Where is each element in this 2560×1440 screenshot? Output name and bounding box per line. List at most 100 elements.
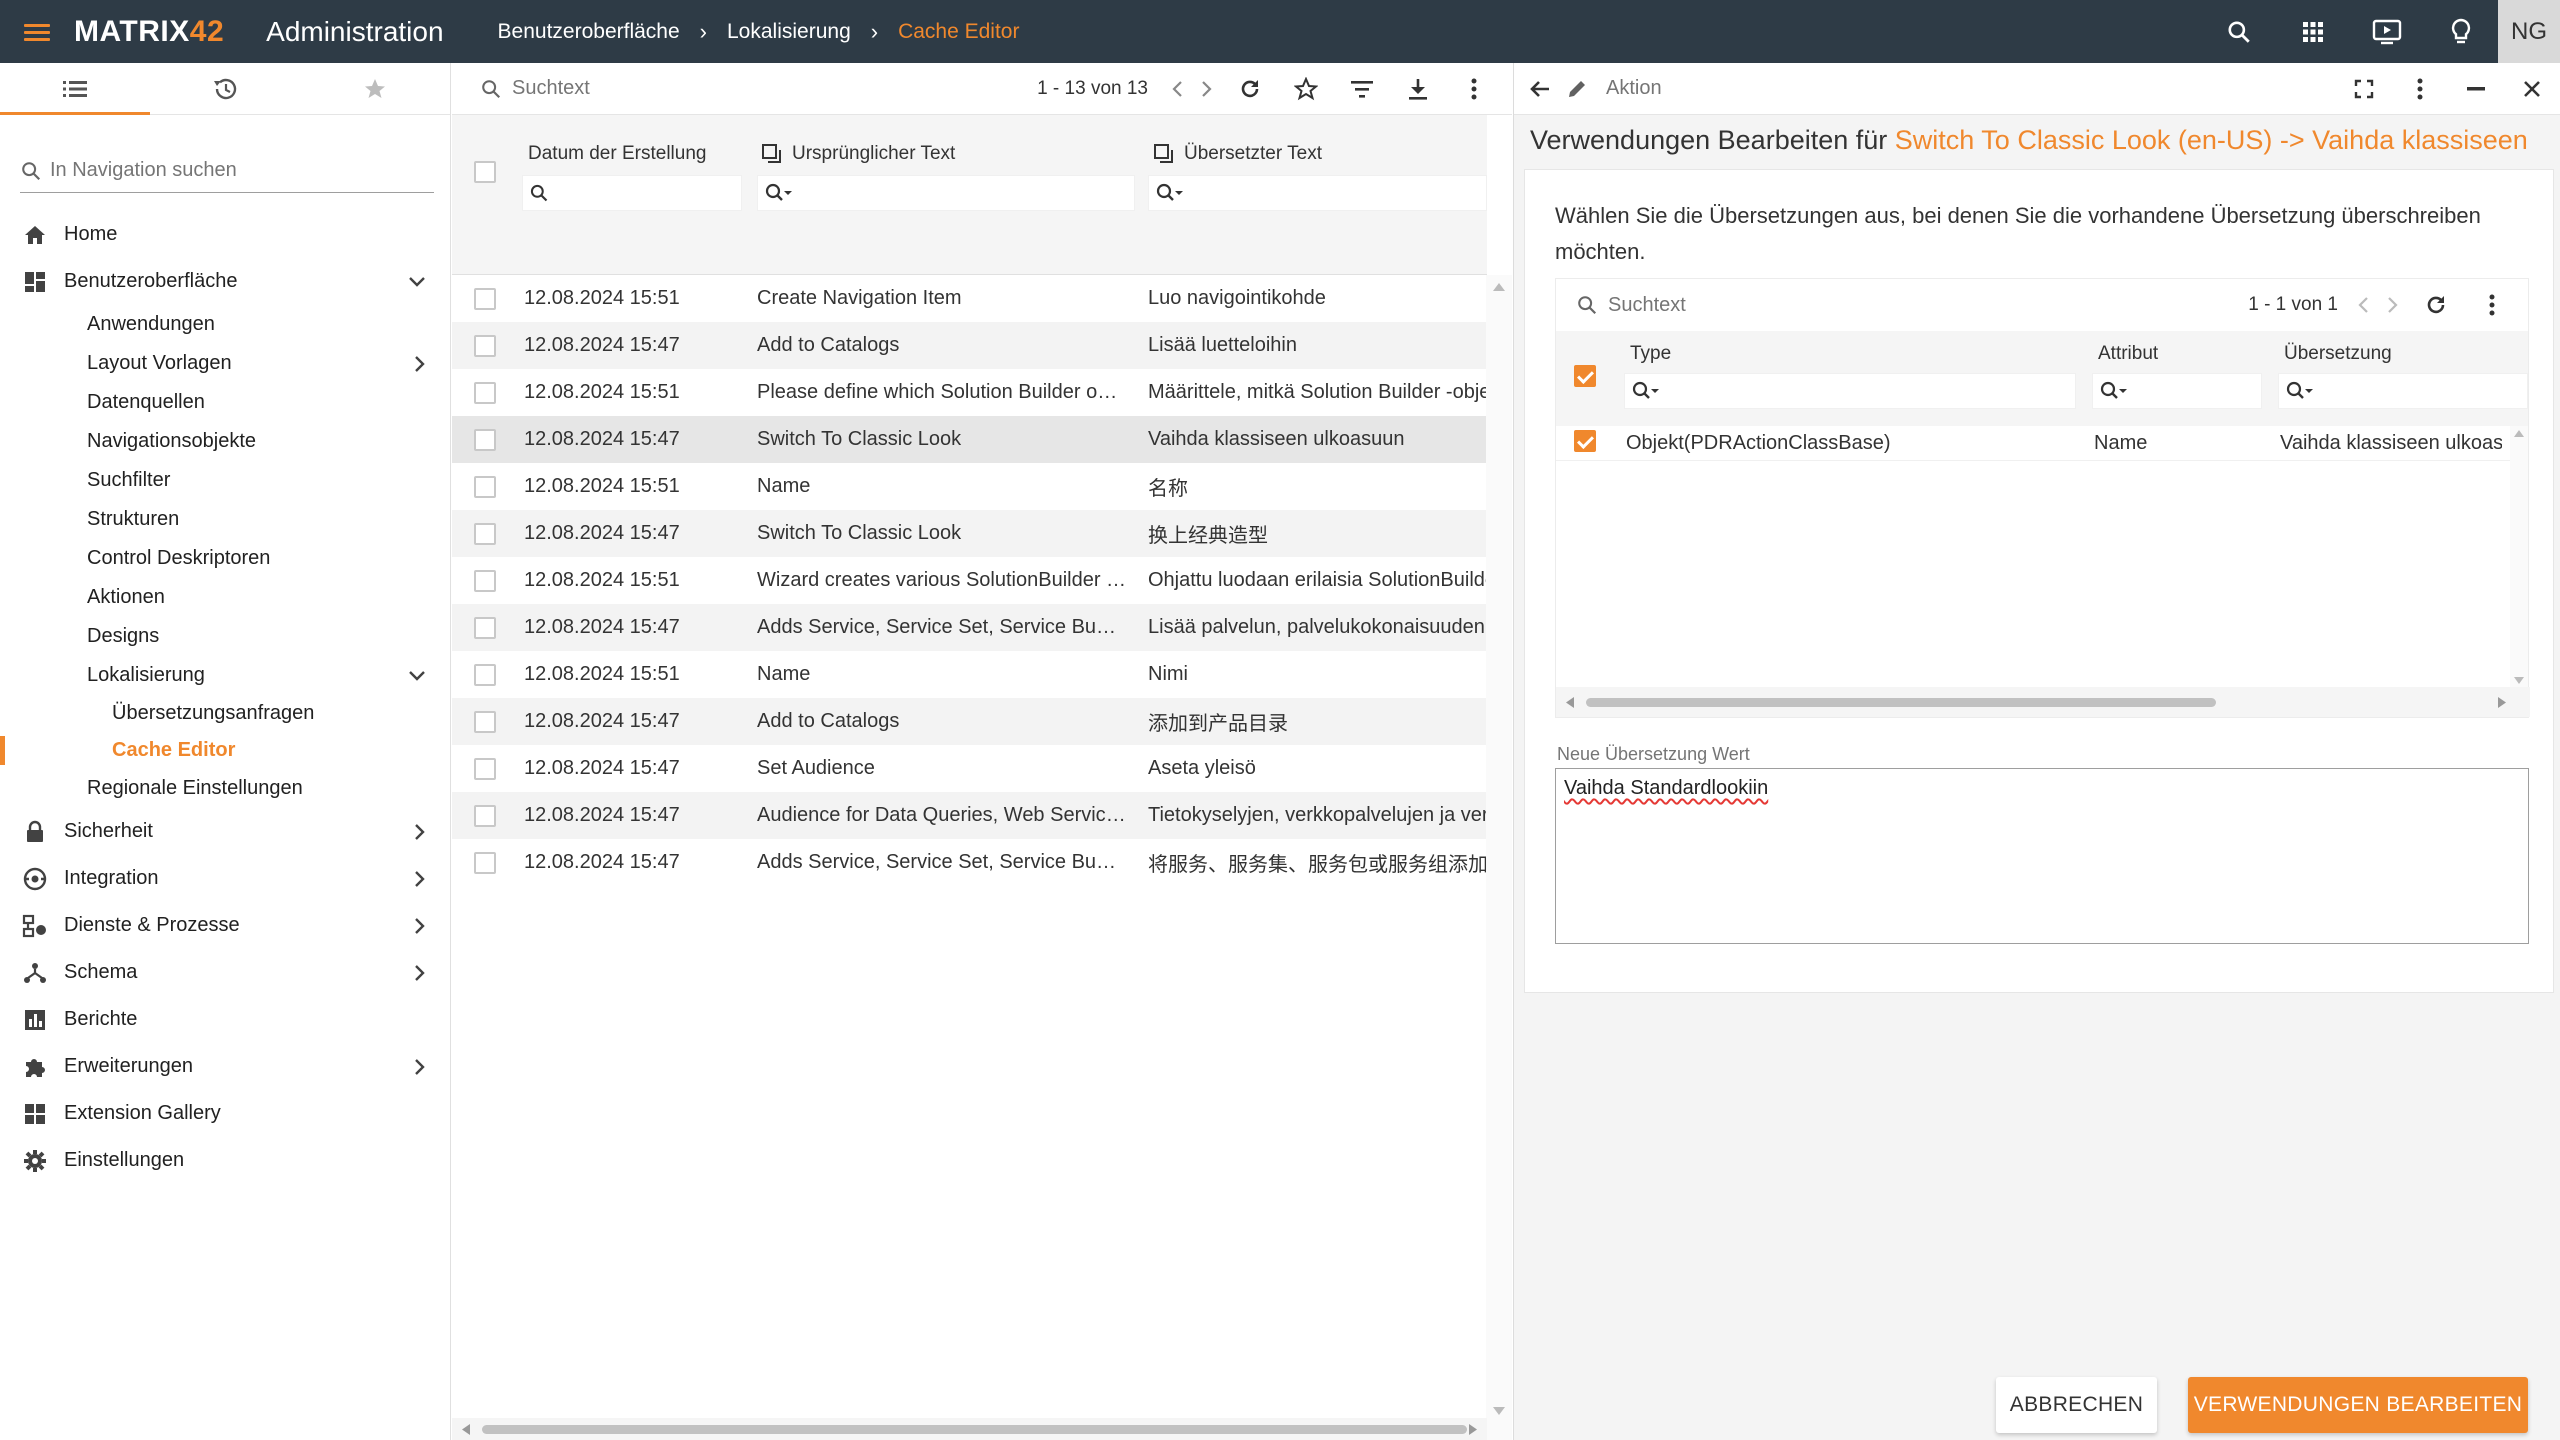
more-vert-icon[interactable] xyxy=(2464,279,2520,331)
chevron-down-icon[interactable] xyxy=(408,276,426,288)
row-checkbox[interactable] xyxy=(474,381,496,404)
chevron-right-icon[interactable] xyxy=(414,964,426,982)
nav-sub-control-deskriptoren[interactable]: Control Deskriptoren xyxy=(0,539,450,578)
more-vert-icon[interactable] xyxy=(1446,63,1502,115)
chevron-right-icon[interactable] xyxy=(1192,63,1222,115)
nav-item-home[interactable]: Home xyxy=(0,211,450,258)
usage-row[interactable]: Objekt(PDRActionClassBase) Name Vaihda k… xyxy=(1556,426,2528,461)
table-row[interactable]: 12.08.2024 15:51 Name Nimi xyxy=(452,651,1487,698)
scrollbar-thumb[interactable] xyxy=(1586,698,2216,707)
chevron-right-icon[interactable] xyxy=(414,917,426,935)
table-row[interactable]: 12.08.2024 15:47 Audience for Data Querie… xyxy=(452,792,1487,839)
filter-icon[interactable] xyxy=(1334,63,1390,115)
nav-item-berichte[interactable]: Berichte xyxy=(0,996,450,1043)
tab-history[interactable] xyxy=(150,63,300,114)
minimize-icon[interactable] xyxy=(2448,63,2504,115)
row-checkbox[interactable] xyxy=(474,287,496,310)
usages-search-input[interactable]: Suchtext xyxy=(1576,294,1686,317)
usages-vertical-scrollbar[interactable] xyxy=(2510,426,2528,688)
row-checkbox[interactable] xyxy=(474,522,496,545)
nav-item-schema[interactable]: Schema xyxy=(0,949,450,996)
table-row[interactable]: 12.08.2024 15:47 Add to Catalogs Lisää lue… xyxy=(452,322,1487,369)
refresh-icon[interactable] xyxy=(2408,279,2464,331)
table-row-selected[interactable]: 12.08.2024 15:47 Switch To Classic Look Va… xyxy=(452,416,1487,463)
original-filter-input[interactable] xyxy=(757,175,1135,211)
lightbulb-icon[interactable] xyxy=(2424,0,2498,63)
breadcrumb-item[interactable]: Lokalisierung xyxy=(727,20,851,44)
table-row[interactable]: 12.08.2024 15:47 Add to Catalogs 添加到产品目录 xyxy=(452,698,1487,745)
chevron-right-icon[interactable] xyxy=(414,355,426,373)
row-checkbox[interactable] xyxy=(474,757,496,780)
row-checkbox[interactable] xyxy=(474,710,496,733)
tab-favorites[interactable] xyxy=(300,63,450,114)
vertical-scrollbar[interactable] xyxy=(1486,275,1512,1440)
chevron-right-icon[interactable] xyxy=(2378,279,2408,331)
table-row[interactable]: 12.08.2024 15:51 Name 名称 xyxy=(452,463,1487,510)
nav-sub-navigationsobjekte[interactable]: Navigationsobjekte xyxy=(0,422,450,461)
nav-item-dienste-prozesse[interactable]: Dienste & Prozesse xyxy=(0,902,450,949)
nav-sub-uebersetzungsanfragen[interactable]: Übersetzungsanfragen xyxy=(0,695,450,732)
apps-grid-icon[interactable] xyxy=(2276,0,2350,63)
nav-sub-lokalisierung[interactable]: Lokalisierung xyxy=(0,656,450,695)
column-header-attribut[interactable]: Attribut xyxy=(2098,343,2158,365)
edit-usages-button[interactable]: VERWENDUNGEN BEARBEITEN xyxy=(2188,1377,2528,1433)
row-checkbox[interactable] xyxy=(474,475,496,498)
chevron-right-icon[interactable] xyxy=(414,870,426,888)
nav-item-erweiterungen[interactable]: Erweiterungen xyxy=(0,1043,450,1090)
search-icon[interactable] xyxy=(2202,0,2276,63)
date-filter-input[interactable] xyxy=(522,175,742,211)
chevron-left-icon[interactable] xyxy=(2348,279,2378,331)
download-icon[interactable] xyxy=(1390,63,1446,115)
breadcrumb-item[interactable]: Benutzeroberfläche xyxy=(498,20,680,44)
nav-sub-aktionen[interactable]: Aktionen xyxy=(0,578,450,617)
nav-item-einstellungen[interactable]: Einstellungen xyxy=(0,1137,450,1184)
menu-icon[interactable] xyxy=(24,22,50,42)
more-vert-icon[interactable] xyxy=(2392,63,2448,115)
table-row[interactable]: 12.08.2024 15:47 Adds Service, Service Se… xyxy=(452,839,1487,886)
column-header-type[interactable]: Type xyxy=(1630,343,1671,365)
presentation-icon[interactable] xyxy=(2350,0,2424,63)
row-checkbox[interactable] xyxy=(474,334,496,357)
column-header-uebersetzung[interactable]: Übersetzung xyxy=(2284,343,2392,365)
row-checkbox[interactable] xyxy=(474,616,496,639)
nav-search-input[interactable]: In Navigation suchen xyxy=(20,149,434,193)
close-icon[interactable] xyxy=(2504,63,2560,115)
avatar[interactable]: NG xyxy=(2498,0,2560,63)
table-row[interactable]: 12.08.2024 15:51 Wizard creates various S… xyxy=(452,557,1487,604)
refresh-icon[interactable] xyxy=(1222,63,1278,115)
chevron-right-icon[interactable] xyxy=(414,823,426,841)
nav-item-extension-gallery[interactable]: Extension Gallery xyxy=(0,1090,450,1137)
fullscreen-icon[interactable] xyxy=(2336,63,2392,115)
chevron-right-icon[interactable] xyxy=(414,1058,426,1076)
select-all-checkbox[interactable] xyxy=(1574,365,1596,387)
nav-sub-anwendungen[interactable]: Anwendungen xyxy=(0,305,450,344)
nav-sub-suchfilter[interactable]: Suchfilter xyxy=(0,461,450,500)
chevron-left-icon[interactable] xyxy=(1162,63,1192,115)
table-row[interactable]: 12.08.2024 15:47 Switch To Classic Look 换上… xyxy=(452,510,1487,557)
usages-horizontal-scrollbar[interactable] xyxy=(1556,687,2530,717)
table-row[interactable]: 12.08.2024 15:47 Set Audience Aseta yleisö xyxy=(452,745,1487,792)
row-checkbox[interactable] xyxy=(474,663,496,686)
logo[interactable]: MATRIX42 xyxy=(74,15,224,49)
row-checkbox[interactable] xyxy=(1574,430,1596,452)
horizontal-scrollbar[interactable] xyxy=(452,1418,1487,1440)
translated-filter-input[interactable] xyxy=(1148,175,1487,211)
scrollbar-thumb[interactable] xyxy=(482,1425,1467,1434)
row-checkbox[interactable] xyxy=(474,428,496,451)
nav-item-sicherheit[interactable]: Sicherheit xyxy=(0,808,450,855)
tab-navigation-list[interactable] xyxy=(0,63,150,115)
type-filter-input[interactable] xyxy=(1624,373,2076,409)
row-checkbox[interactable] xyxy=(474,851,496,874)
cancel-button[interactable]: ABBRECHEN xyxy=(1996,1377,2157,1433)
chevron-down-icon[interactable] xyxy=(408,670,426,682)
nav-sub-strukturen[interactable]: Strukturen xyxy=(0,500,450,539)
back-arrow-icon[interactable] xyxy=(1514,63,1566,115)
row-checkbox[interactable] xyxy=(474,569,496,592)
column-header-date[interactable]: Datum der Erstellung xyxy=(528,143,706,165)
table-row[interactable]: 12.08.2024 15:51 Create Navigation Item Lu… xyxy=(452,275,1487,322)
column-header-original[interactable]: Ursprünglicher Text xyxy=(762,143,955,165)
new-translation-textarea[interactable]: Vaihda Standardlookiin xyxy=(1555,768,2529,944)
nav-sub-datenquellen[interactable]: Datenquellen xyxy=(0,383,450,422)
nav-sub-designs[interactable]: Designs xyxy=(0,617,450,656)
nav-item-integration[interactable]: Integration xyxy=(0,855,450,902)
